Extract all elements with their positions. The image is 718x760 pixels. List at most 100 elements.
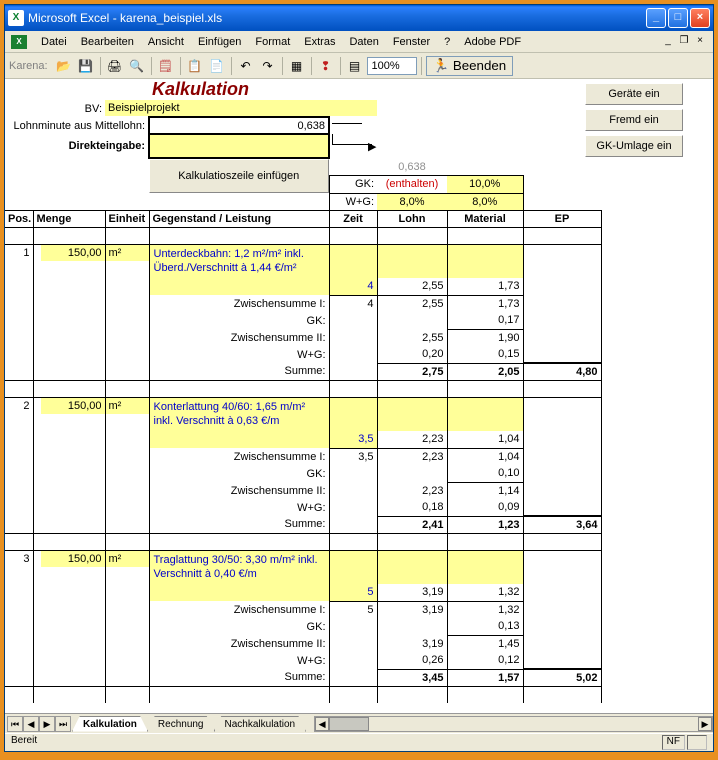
menu-einfuegen[interactable]: Einfügen bbox=[192, 34, 247, 50]
menu-datei[interactable]: Datei bbox=[35, 34, 73, 50]
print-icon[interactable]: 🖨 bbox=[105, 56, 125, 76]
fremd-button[interactable]: Fremd ein bbox=[585, 109, 683, 131]
rate-small: 0,638 bbox=[377, 158, 447, 176]
einheit-cell[interactable]: m² bbox=[105, 550, 149, 567]
col-material: Material bbox=[447, 210, 523, 227]
toolbar-label: Karena: bbox=[9, 60, 48, 72]
beenden-button[interactable]: 🏃 Beenden bbox=[426, 56, 514, 76]
desc-cell[interactable]: Konterlattung 40/60: 1,65 m/m² inkl. Ver… bbox=[149, 397, 329, 448]
tab-nav-last[interactable]: ⏭ bbox=[55, 716, 71, 732]
titlebar: X Microsoft Excel - karena_beispiel.xls … bbox=[5, 5, 713, 31]
menge-cell[interactable]: 150,00 bbox=[41, 397, 105, 414]
col-einheit: Einheit bbox=[105, 210, 149, 227]
menu-daten[interactable]: Daten bbox=[343, 34, 384, 50]
lohn-cell: 2,23 bbox=[377, 431, 447, 448]
close-button[interactable]: × bbox=[690, 8, 710, 28]
lohn-cell: 2,55 bbox=[377, 278, 447, 295]
einheit-cell[interactable]: m² bbox=[105, 244, 149, 261]
gk-enthalten: (enthalten) bbox=[377, 176, 447, 194]
page-title: Kalkulation bbox=[149, 79, 329, 100]
sum-lohn: 2,75 bbox=[377, 363, 447, 380]
paste-icon[interactable]: 📄 bbox=[207, 56, 227, 76]
menu-bearbeiten[interactable]: Bearbeiten bbox=[75, 34, 140, 50]
position-row: 3150,00m²Traglattung 30/50: 3,30 m/m² in… bbox=[5, 550, 713, 567]
statusbar: Bereit NF bbox=[5, 733, 713, 751]
undo-icon[interactable]: ↶ bbox=[236, 56, 256, 76]
open-icon[interactable]: 📂 bbox=[54, 56, 74, 76]
menu-fenster[interactable]: Fenster bbox=[387, 34, 436, 50]
maximize-button[interactable]: □ bbox=[668, 8, 688, 28]
doc-restore[interactable]: ❐ bbox=[677, 35, 691, 49]
tab-nachkalkulation[interactable]: Nachkalkulation bbox=[214, 716, 307, 732]
redo-icon[interactable]: ↷ bbox=[258, 56, 278, 76]
zeit-cell[interactable]: 5 bbox=[329, 584, 377, 601]
sum-material: 1,23 bbox=[447, 516, 523, 533]
lohn-value[interactable]: 0,638 bbox=[149, 117, 329, 134]
sum-material: 2,05 bbox=[447, 363, 523, 380]
calc-icon[interactable]: 🗒 bbox=[156, 56, 176, 76]
zeit-cell[interactable]: 4 bbox=[329, 278, 377, 295]
doc-close[interactable]: × bbox=[693, 35, 707, 49]
horizontal-scrollbar[interactable]: ◀ ▶ bbox=[314, 716, 713, 732]
desc-cell[interactable]: Traglattung 30/50: 3,30 m/m² inkl. Versc… bbox=[149, 550, 329, 601]
direkt-input[interactable] bbox=[149, 134, 329, 158]
zeit-cell[interactable]: 3,5 bbox=[329, 431, 377, 448]
minimize-button[interactable]: _ bbox=[646, 8, 666, 28]
steps-icon[interactable]: ❢ bbox=[316, 56, 336, 76]
col-ep: EP bbox=[523, 210, 601, 227]
tab-nav-first[interactable]: ⏮ bbox=[7, 716, 23, 732]
toolbar: Karena: 📂 💾 🖨 🔍 🗒 📋 📄 ↶ ↷ ▦ ❢ ▤ 🏃 Beende… bbox=[5, 53, 713, 79]
material-cell: 1,73 bbox=[447, 278, 523, 295]
bv-value[interactable]: Beispielprojekt bbox=[105, 100, 377, 117]
position-row: 2150,00m²Konterlattung 40/60: 1,65 m/m² … bbox=[5, 397, 713, 414]
scroll-right-icon[interactable]: ▶ bbox=[698, 717, 712, 731]
direkt-label: Direkteingabe: bbox=[5, 134, 149, 158]
wg-val[interactable]: 8,0% bbox=[377, 193, 447, 210]
tab-rechnung[interactable]: Rechnung bbox=[147, 716, 215, 732]
col-lohn: Lohn bbox=[377, 210, 447, 227]
col-zeit: Zeit bbox=[329, 210, 377, 227]
sheet-icon[interactable]: ▤ bbox=[345, 56, 365, 76]
menge-cell[interactable]: 150,00 bbox=[41, 244, 105, 261]
menu-ansicht[interactable]: Ansicht bbox=[142, 34, 190, 50]
tab-nav-next[interactable]: ▶ bbox=[39, 716, 55, 732]
copy-icon[interactable]: 📋 bbox=[185, 56, 205, 76]
wg-pct[interactable]: 8,0% bbox=[447, 193, 523, 210]
grid-icon[interactable]: ▦ bbox=[287, 56, 307, 76]
material-cell: 1,32 bbox=[447, 584, 523, 601]
zoom-input[interactable] bbox=[367, 57, 417, 75]
einheit-cell[interactable]: m² bbox=[105, 397, 149, 414]
sum-lohn: 3,45 bbox=[377, 669, 447, 686]
sheet-area[interactable]: Geräte ein Fremd ein GK-Umlage ein Kalku… bbox=[5, 79, 713, 713]
sum-material: 1,57 bbox=[447, 669, 523, 686]
position-row: 1150,00m²Unterdeckbahn: 1,2 m²/m² inkl. … bbox=[5, 244, 713, 261]
geraete-button[interactable]: Geräte ein bbox=[585, 83, 683, 105]
menge-cell[interactable]: 150,00 bbox=[41, 550, 105, 567]
menu-help[interactable]: ? bbox=[438, 34, 456, 50]
menu-extras[interactable]: Extras bbox=[298, 34, 341, 50]
col-menge: Menge bbox=[33, 210, 105, 227]
tabs-bar: ⏮ ◀ ▶ ⏭ Kalkulation Rechnung Nachkalkula… bbox=[5, 713, 713, 733]
doc-minimize[interactable]: _ bbox=[661, 35, 675, 49]
save-icon[interactable]: 💾 bbox=[76, 56, 96, 76]
col-pos: Pos. bbox=[5, 210, 33, 227]
desc-cell[interactable]: Unterdeckbahn: 1,2 m²/m² inkl. Überd./Ve… bbox=[149, 244, 329, 295]
tab-nav-prev[interactable]: ◀ bbox=[23, 716, 39, 732]
sum-ep: 4,80 bbox=[523, 363, 601, 380]
insert-row-button[interactable]: Kalkulatioszeile einfügen bbox=[149, 159, 329, 193]
menu-format[interactable]: Format bbox=[249, 34, 296, 50]
tab-kalkulation[interactable]: Kalkulation bbox=[72, 716, 148, 732]
scroll-thumb[interactable] bbox=[329, 717, 369, 731]
sum-ep: 5,02 bbox=[523, 669, 601, 686]
sum-ep: 3,64 bbox=[523, 516, 601, 533]
window-title: Microsoft Excel - karena_beispiel.xls bbox=[28, 11, 646, 25]
gk-umlage-button[interactable]: GK-Umlage ein bbox=[585, 135, 683, 157]
lohn-label: Lohnminute aus Mittellohn: bbox=[5, 117, 149, 134]
excel-icon: X bbox=[8, 10, 24, 26]
scroll-left-icon[interactable]: ◀ bbox=[315, 717, 329, 731]
menu-adobe[interactable]: Adobe PDF bbox=[458, 34, 527, 50]
excel-doc-icon[interactable]: X bbox=[11, 35, 27, 49]
col-gegenstand: Gegenstand / Leistung bbox=[149, 210, 329, 227]
gk-pct[interactable]: 10,0% bbox=[447, 176, 523, 194]
preview-icon[interactable]: 🔍 bbox=[127, 56, 147, 76]
